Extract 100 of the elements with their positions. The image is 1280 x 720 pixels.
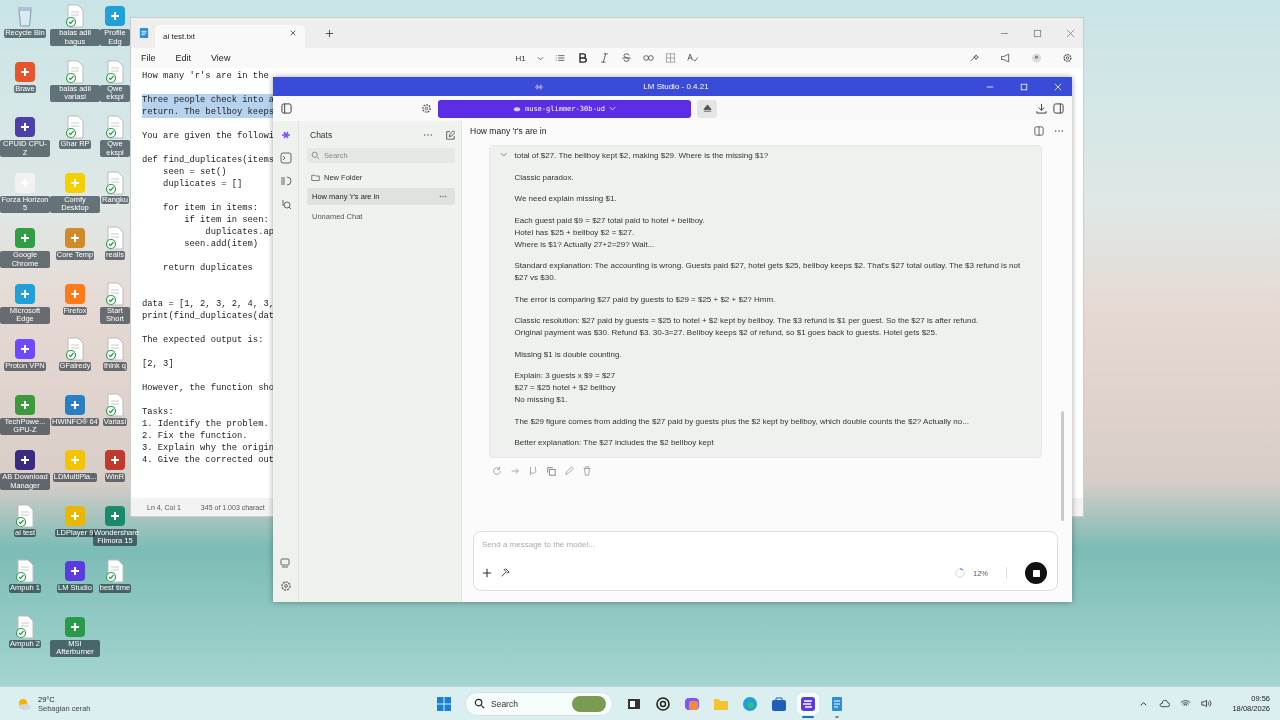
wifi-icon[interactable] (1180, 699, 1192, 708)
add-tab-icon[interactable] (325, 28, 334, 38)
menu-item[interactable]: View (211, 53, 231, 63)
app-icon[interactable] (14, 337, 36, 361)
text-line: print(find_duplicates(dat (142, 310, 274, 322)
document-icon[interactable] (104, 392, 126, 417)
reasoning-text: Hotel has $25 + bellboy $2 = $27. (514, 226, 636, 239)
document-tab[interactable]: ai test.txt (155, 24, 305, 48)
link-icon[interactable] (642, 53, 654, 63)
document-icon[interactable] (104, 115, 126, 139)
document-icon[interactable] (64, 337, 86, 361)
logo-icon (534, 82, 545, 91)
regenerate-icon[interactable] (492, 466, 502, 476)
running-indicator (802, 715, 814, 718)
reasoning-text: Standard explanation: The accounting is wrong. Guests paid $27, hotel gets $25, bellboy keeps $2. That's $27 total outlay. The $3 refund is not $27 vs $30. (514, 260, 1022, 284)
megaphone-icon[interactable] (1000, 53, 1011, 63)
new-chat-icon[interactable] (445, 130, 455, 140)
notepad-icon[interactable] (829, 695, 845, 712)
app-icon[interactable] (14, 448, 36, 472)
document-icon[interactable] (64, 115, 86, 139)
text-line: 4. Give the corrected out (142, 454, 274, 466)
document-icon[interactable] (14, 614, 36, 639)
table-icon[interactable] (664, 53, 676, 63)
text-line: The expected output is: (142, 334, 264, 346)
reasoning-text: Where is $1? Actually 27+2=29? Wait... (514, 238, 656, 251)
settings-icon[interactable] (1062, 53, 1073, 63)
spellcheck-icon[interactable] (686, 53, 698, 63)
app-icon[interactable] (64, 559, 86, 583)
running-indicator (835, 715, 839, 718)
search-models-icon[interactable] (279, 198, 292, 210)
document-icon[interactable] (104, 337, 126, 361)
account-icon[interactable] (1031, 53, 1042, 63)
window-title: LM Studio - 0.4.21 (643, 82, 709, 91)
search-icon (311, 151, 320, 160)
settings-icon[interactable] (279, 580, 292, 592)
browser-icon[interactable] (742, 695, 758, 712)
reasoning-text: total of $27. The bellboy kept $2, making $29. Where is the missing $1? (514, 150, 770, 162)
app-icon[interactable] (104, 448, 126, 472)
scrollbar[interactable] (1061, 411, 1064, 521)
download-icon[interactable] (1036, 103, 1047, 114)
search-box[interactable]: Search (465, 691, 613, 716)
hammer-icon[interactable] (500, 568, 510, 578)
maximize-icon[interactable] (1033, 28, 1042, 38)
store-icon[interactable] (771, 695, 787, 712)
start-icon[interactable] (436, 695, 452, 712)
split-view-icon[interactable] (1034, 126, 1044, 136)
lm-studio-icon[interactable] (800, 695, 816, 712)
settings-icon[interactable] (421, 103, 432, 114)
branch-icon[interactable] (528, 466, 538, 476)
plus-icon[interactable] (482, 568, 492, 578)
heading-dropdown[interactable]: H1 (515, 53, 526, 63)
strikethrough-icon[interactable] (620, 53, 632, 63)
reasoning-text: $27 = $25 hotel + $2 bellboy (514, 382, 617, 394)
document-icon[interactable] (104, 170, 126, 195)
document-icon[interactable] (14, 503, 36, 528)
speaker-icon[interactable] (1201, 699, 1213, 708)
caret-icon (609, 106, 617, 111)
text-line: You are given the followi (142, 130, 274, 142)
copy-icon[interactable] (546, 466, 556, 476)
close-icon[interactable] (289, 29, 297, 37)
text-line: if item in seen: (183, 214, 269, 226)
document-icon[interactable] (104, 281, 126, 306)
copilot-icon[interactable] (684, 695, 700, 712)
reasoning-text: Explain: 3 guests x $9 = $27 (514, 370, 617, 382)
panel-toggle-icon[interactable] (1053, 103, 1064, 114)
terminal-icon[interactable] (279, 152, 292, 164)
text-line: duplicates = [] (162, 178, 243, 190)
list-icon[interactable] (554, 53, 566, 63)
menu-item[interactable]: Edit (175, 53, 192, 63)
document-icon[interactable] (104, 559, 126, 583)
cloud-icon[interactable] (1159, 699, 1171, 708)
caret-icon[interactable] (536, 55, 544, 61)
reasoning-text: We need explain missing $1. (514, 193, 618, 205)
text-line: seen.add(item) (183, 238, 259, 250)
app-icon[interactable] (14, 115, 36, 139)
eject-icon (702, 104, 712, 113)
italic-icon[interactable] (598, 53, 610, 63)
stop-button[interactable] (1025, 562, 1047, 584)
document-icon[interactable] (104, 59, 126, 84)
reasoning-text: The $29 figure comes from adding the $27 paid by guests plus the $2 kept by bellboy, which double counts the $2? Actually no... (514, 415, 970, 428)
document-icon[interactable] (64, 4, 86, 28)
eject-button[interactable] (697, 99, 717, 118)
text-line: 1. Identify the problem. (142, 418, 269, 430)
chevron-icon[interactable] (500, 152, 508, 157)
model-icon (512, 105, 521, 112)
sidebar-toggle-icon[interactable] (281, 103, 292, 114)
bold-icon[interactable] (576, 53, 588, 63)
trash-icon[interactable] (582, 466, 592, 476)
close-icon[interactable] (1066, 28, 1075, 38)
text-line: 2. Fix the function. (142, 430, 248, 442)
text-line: return duplicates (162, 262, 253, 274)
document-icon[interactable] (104, 226, 126, 250)
text-line: However, the function sho (142, 382, 274, 394)
menu-item[interactable]: File (141, 53, 156, 63)
text-line: data = [1, 2, 3, 2, 4, 3, (142, 298, 274, 310)
document-icon[interactable] (14, 559, 36, 583)
document-icon[interactable] (64, 59, 86, 84)
text-line: def find_duplicates(items (142, 154, 274, 166)
text-line: for item in items: (162, 202, 259, 214)
more-icon[interactable] (439, 195, 447, 198)
